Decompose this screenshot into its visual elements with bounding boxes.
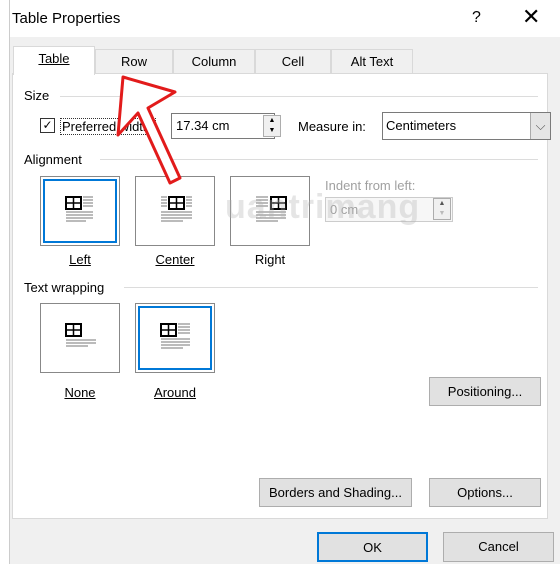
align-left-label: Left <box>69 252 91 267</box>
tab-label: Alt Text <box>350 54 394 69</box>
alignment-group-label: Alignment <box>24 152 82 167</box>
options-button[interactable]: Options... <box>429 478 541 507</box>
measure-in-label: Measure in: <box>298 119 366 134</box>
divider <box>100 159 538 160</box>
table-left-icon <box>65 196 93 222</box>
size-group-label: Size <box>24 88 50 103</box>
tab-table[interactable]: Table <box>13 46 95 75</box>
wrap-none-option[interactable] <box>40 303 120 373</box>
divider <box>60 96 538 97</box>
wrap-none-label: None <box>64 385 96 400</box>
tab-label: Column <box>191 54 237 69</box>
tab-column[interactable]: Column <box>173 49 255 74</box>
table-center-icon <box>161 196 192 222</box>
align-left-option[interactable] <box>40 176 120 246</box>
table-wrap-around-icon <box>160 323 190 349</box>
measure-in-select[interactable]: Centimeters ⌵ <box>382 112 551 140</box>
preferred-width-label[interactable]: Preferred width: <box>60 118 156 135</box>
title-bar: Table Properties ? ✕ <box>10 0 560 37</box>
help-button[interactable]: ? <box>472 9 481 27</box>
close-button[interactable]: ✕ <box>522 4 540 30</box>
background-document <box>0 0 10 564</box>
tab-row[interactable]: Row <box>95 49 173 74</box>
width-spinner[interactable]: ▲ ▼ <box>263 115 281 137</box>
tab-label: Row <box>120 54 147 69</box>
wrap-around-label: Around <box>154 385 196 400</box>
table-no-wrap-icon <box>65 323 96 347</box>
tab-label: Cell <box>281 54 305 69</box>
ok-button[interactable]: OK <box>317 532 428 562</box>
borders-and-shading-button[interactable]: Borders and Shading... <box>259 478 412 507</box>
watermark-logo: uantrimang <box>225 188 421 226</box>
preferred-width-checkbox[interactable]: ✓ <box>40 118 55 133</box>
align-center-option[interactable] <box>135 176 215 246</box>
table-properties-dialog: Table Properties ? ✕ Table Row Column Ce… <box>10 0 560 564</box>
preferred-width-input[interactable]: 17.34 cm <box>171 113 275 139</box>
dialog-title: Table Properties <box>12 10 121 27</box>
text-wrapping-group-label: Text wrapping <box>24 280 105 295</box>
align-center-label: Center <box>155 252 195 267</box>
measure-in-value: Centimeters <box>386 118 457 133</box>
align-right-label: Right <box>254 252 286 267</box>
indent-spinner[interactable]: ▲ ▼ <box>433 198 451 220</box>
tab-cell[interactable]: Cell <box>255 49 331 74</box>
divider <box>124 287 538 288</box>
positioning-button[interactable]: Positioning... <box>429 377 541 406</box>
wrap-around-option[interactable] <box>135 303 215 373</box>
cancel-button[interactable]: Cancel <box>443 532 554 562</box>
tab-alt-text[interactable]: Alt Text <box>331 49 413 74</box>
tab-label: Table <box>38 51 70 66</box>
chevron-down-icon: ⌵ <box>530 113 550 139</box>
